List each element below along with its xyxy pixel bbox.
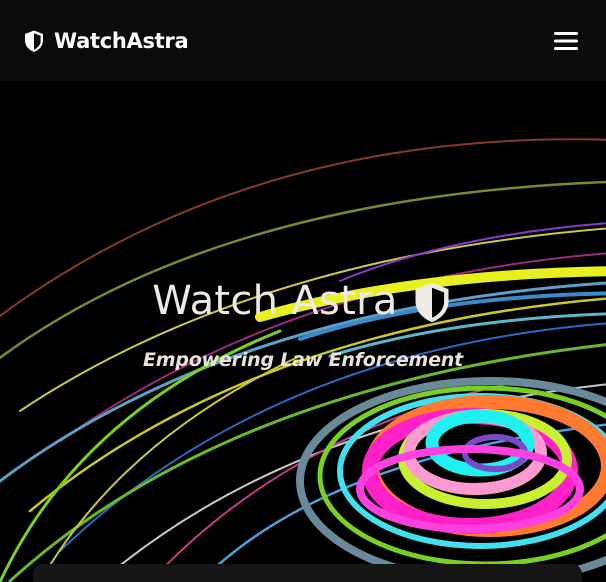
shield-icon bbox=[415, 282, 449, 323]
content-card bbox=[33, 564, 582, 582]
hamburger-menu-button[interactable] bbox=[552, 27, 580, 55]
hero-section: Watch Astra Empowering Law Enforcement bbox=[0, 81, 606, 582]
brand-name: WatchAstra bbox=[54, 28, 189, 53]
brand-link[interactable]: WatchAstra bbox=[22, 28, 189, 53]
hero-title-text: Watch Astra bbox=[152, 278, 398, 324]
hero-subtitle: Empowering Law Enforcement bbox=[142, 349, 464, 371]
hamburger-menu-icon bbox=[554, 31, 578, 50]
shield-icon bbox=[25, 30, 43, 52]
hero-background-swirl bbox=[0, 138, 606, 582]
navbar: WatchAstra bbox=[0, 0, 606, 81]
hero-title: Watch Astra bbox=[0, 277, 606, 325]
